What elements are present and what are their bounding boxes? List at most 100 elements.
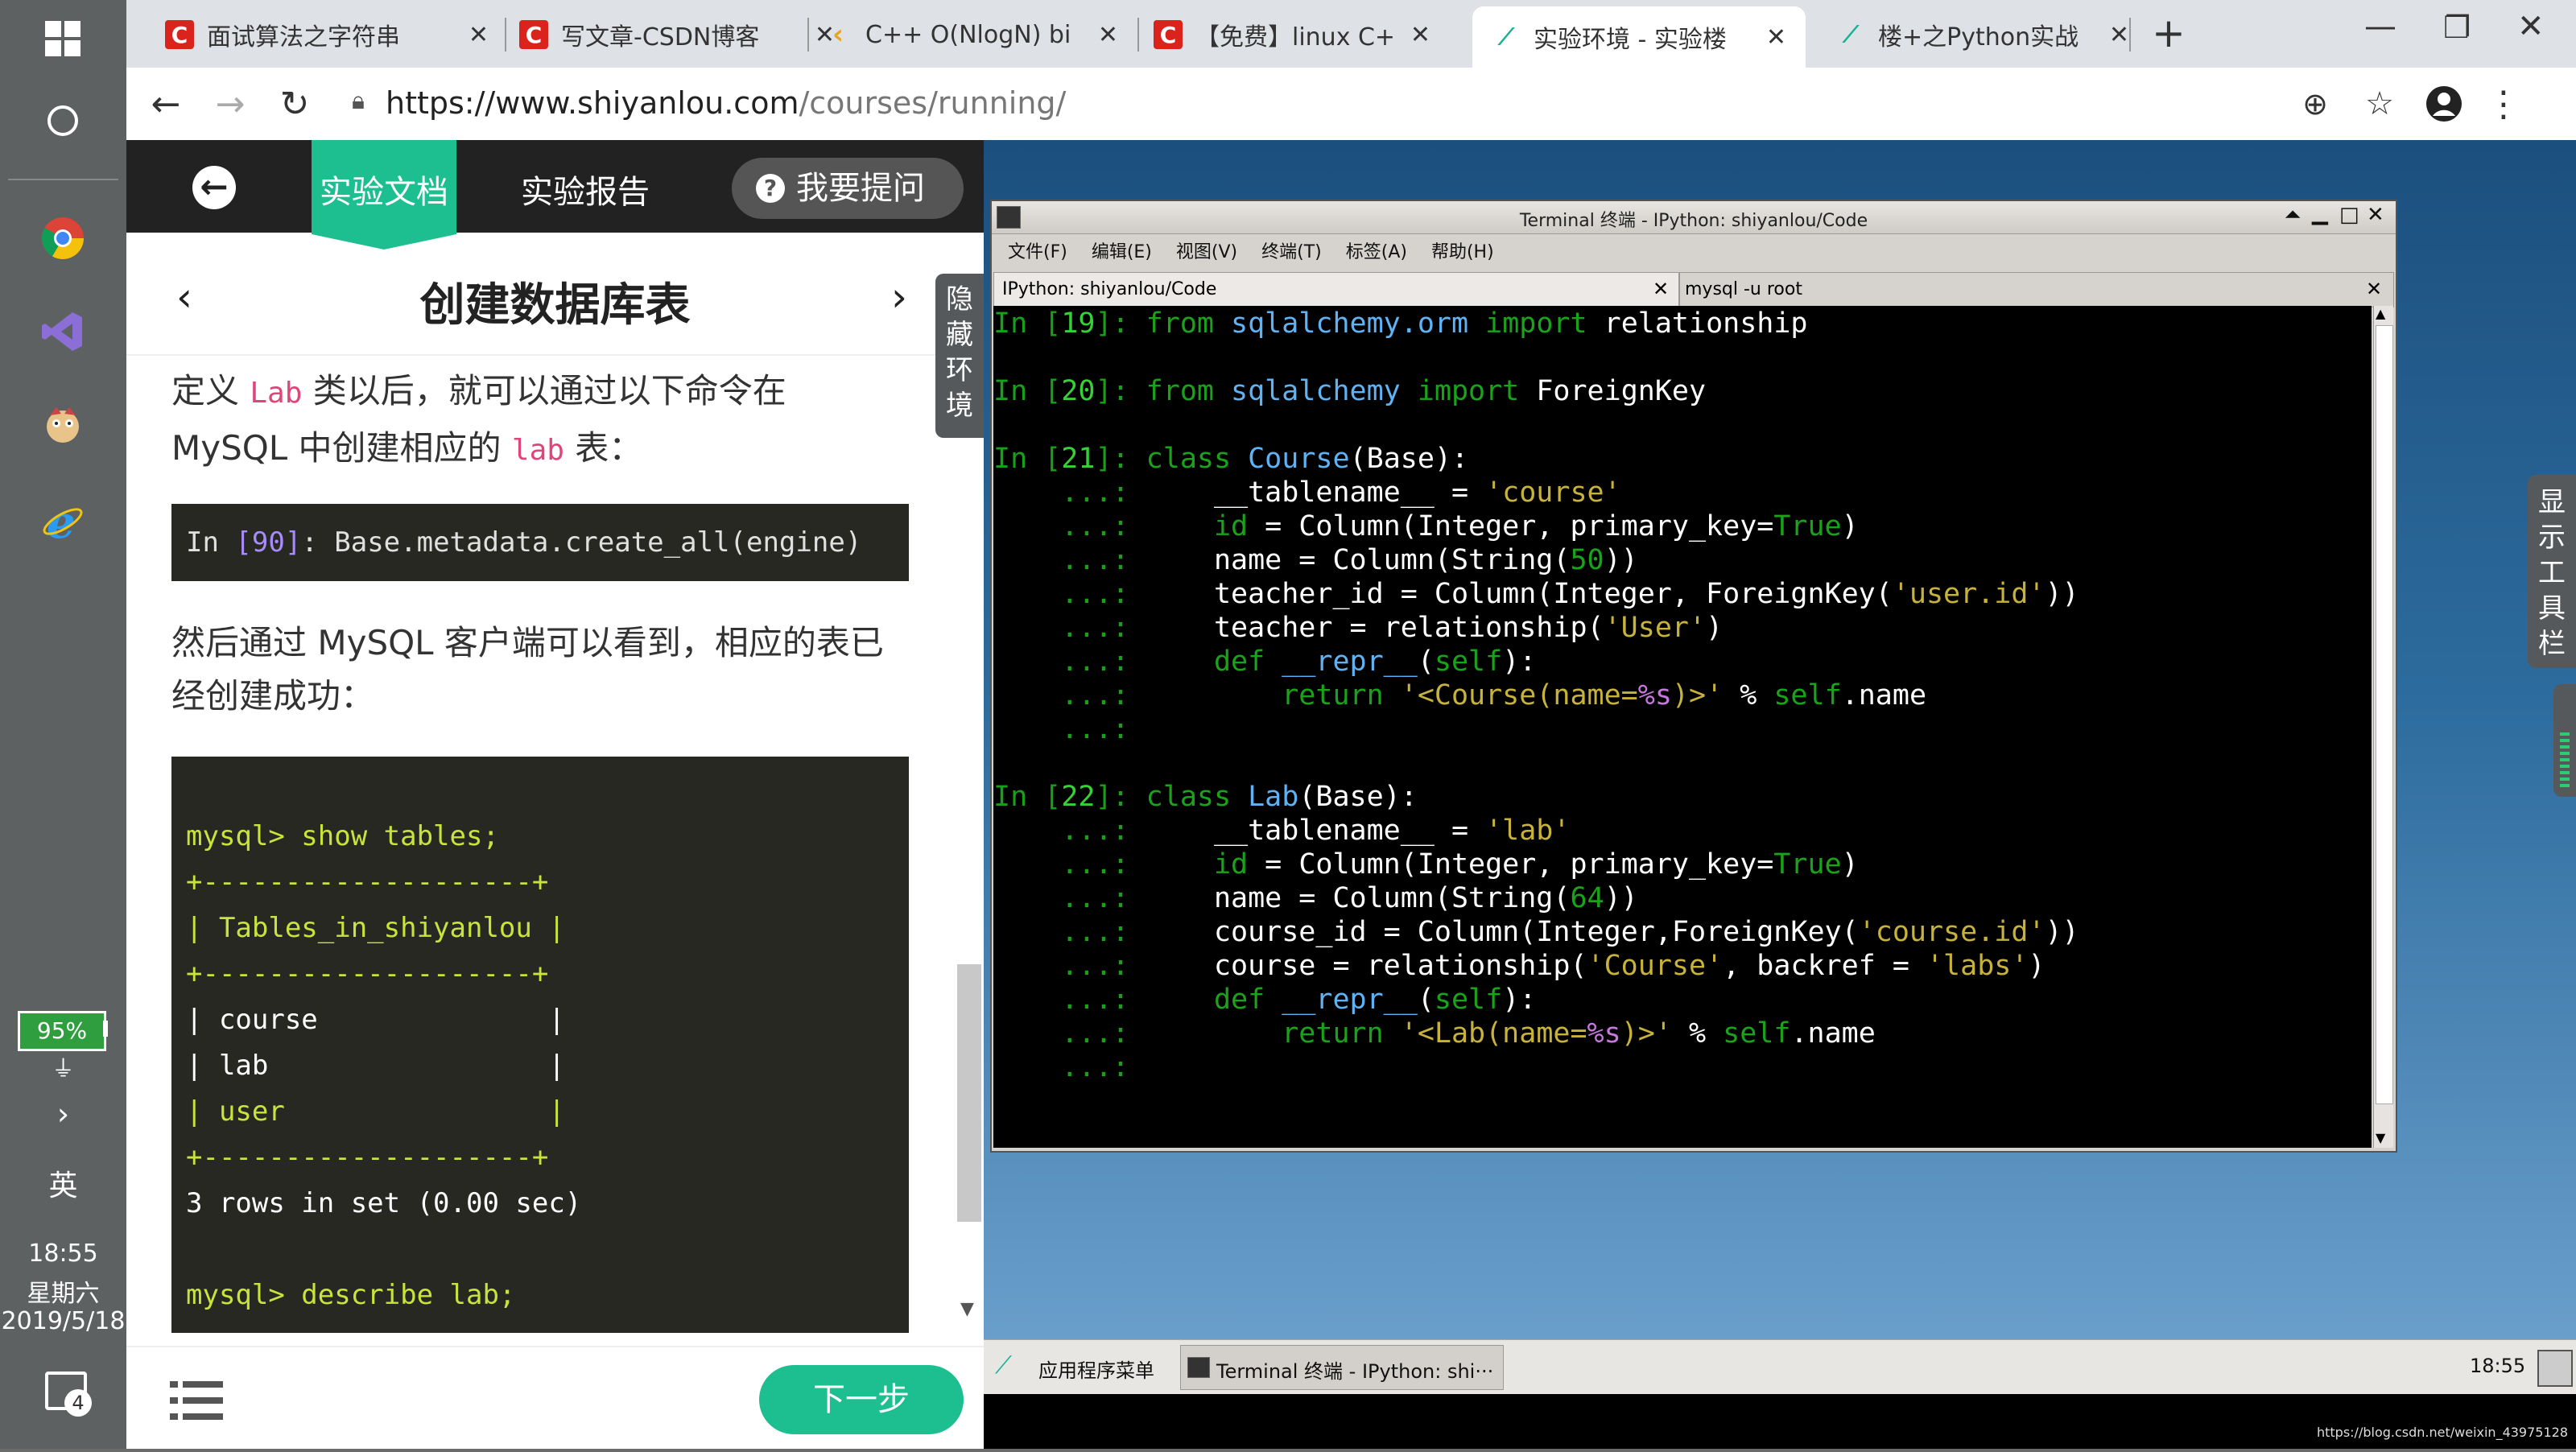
ime-indicator[interactable]: 英: [0, 1162, 126, 1204]
browser-tab[interactable]: ‹ C++ O(NlogN) bi ✕: [824, 10, 1154, 60]
menu-edit[interactable]: 编辑(E): [1092, 237, 1152, 263]
scrollbar-thumb[interactable]: [957, 964, 981, 1222]
tab-report[interactable]: 实验报告: [521, 166, 650, 212]
maximize-icon[interactable]: □: [2339, 203, 2359, 227]
text: 然后通过 MySQL 客户端可以看到，相应的表已: [171, 623, 884, 662]
xfce-panel: ⟋ 应用程序菜单 Terminal 终端 - IPython: shi··· 1…: [984, 1339, 2576, 1395]
terminal-line: ...: id = Column(Integer, primary_key=Tr…: [993, 510, 1859, 542]
terminal-output[interactable]: In [19]: from sqlalchemy.orm import rela…: [993, 306, 2372, 1148]
close-icon[interactable]: ✕: [1766, 23, 1786, 52]
url-base: https://www.shiyanlou.com: [386, 85, 799, 121]
forward-arrow-icon[interactable]: →: [207, 80, 254, 127]
close-icon[interactable]: ✕: [2367, 203, 2384, 227]
lock-icon: 🔒︎: [352, 87, 365, 115]
terminal-menubar: 文件(F) 编辑(E) 视图(V) 终端(T) 标签(A) 帮助(H): [992, 233, 2396, 267]
terminal-line: ...:: [993, 1051, 1146, 1083]
visual-studio-icon[interactable]: [35, 304, 90, 359]
bookmark-star-icon[interactable]: ☆: [2356, 80, 2403, 127]
battery-percent: 95%: [20, 1013, 104, 1049]
menu-tabs[interactable]: 标签(A): [1346, 237, 1407, 263]
terminal-line: ...: course = relationship('Course', bac…: [993, 950, 2046, 982]
panel-task-button[interactable]: Terminal 终端 - IPython: shi···: [1180, 1345, 1504, 1390]
clock-weekday: 星期六: [27, 1280, 100, 1308]
scroll-down-icon[interactable]: ▼: [2376, 1130, 2385, 1145]
new-tab-button[interactable]: +: [2152, 10, 2186, 56]
panel-clock[interactable]: 18:55: [2470, 1355, 2525, 1377]
reload-icon[interactable]: ↻: [271, 80, 318, 127]
hide-environment-tab[interactable]: 隐 藏 环 境: [935, 274, 984, 438]
restore-icon[interactable]: ❐: [2443, 10, 2471, 45]
next-step-button[interactable]: 下一步: [759, 1365, 964, 1434]
back-arrow-icon[interactable]: ←: [142, 80, 189, 127]
close-window-icon[interactable]: ✕: [2517, 8, 2545, 45]
address-bar[interactable]: 🔒︎ https://www.shiyanlou.com/courses/run…: [344, 76, 2437, 132]
close-icon[interactable]: ✕: [469, 21, 489, 49]
browser-tab[interactable]: C 【免费】linux C+ ✕: [1154, 10, 1476, 60]
shade-icon[interactable]: ⏶: [2285, 203, 2301, 228]
cortana-icon[interactable]: [35, 93, 90, 148]
chrome-icon[interactable]: [35, 211, 90, 266]
panel-task-title: Terminal 终端 - IPython: shi···: [1216, 1360, 1494, 1383]
profile-avatar-icon[interactable]: [2421, 80, 2467, 127]
list-menu-icon[interactable]: [170, 1378, 223, 1423]
terminal-line: ...: return '<Lab(name=%s)>' % self.name: [993, 1017, 1876, 1050]
zoom-icon[interactable]: ⊕: [2292, 80, 2339, 127]
chrome-menu-icon[interactable]: ⋮: [2480, 80, 2527, 127]
close-icon[interactable]: ✕: [1653, 278, 1669, 300]
text: 经创建成功：: [171, 676, 375, 716]
applications-menu[interactable]: 应用程序菜单: [1038, 1355, 1154, 1383]
tab-doc[interactable]: 实验文档: [312, 140, 456, 250]
show-toolbar-tab[interactable]: 显 示 工 具 栏: [2528, 475, 2576, 668]
scrollbar-track[interactable]: [2376, 325, 2393, 1104]
terminal-scrollbar[interactable]: ▲ ▼: [2373, 306, 2393, 1148]
browser-tab[interactable]: C 写文章-CSDN博客 ✕: [519, 10, 849, 60]
battery-icon[interactable]: 95%: [18, 1011, 106, 1051]
browser-tab-active[interactable]: ⟋ 实验环境 - 实验楼 ✕: [1472, 6, 1806, 68]
terminal-tab-active[interactable]: IPython: shiyanlou/Code ✕: [993, 272, 1679, 307]
terminal-window: Terminal 终端 - IPython: shiyanlou/Code ⏶ …: [990, 200, 2397, 1153]
expand-tray-icon[interactable]: ›: [0, 1096, 126, 1132]
mysql-line: mysql> describe lab;: [186, 1279, 516, 1311]
browser-tab[interactable]: ⟋ 楼+之Python实战 ✕: [1820, 10, 2150, 60]
tab-separator: [807, 18, 809, 52]
close-icon[interactable]: ✕: [2366, 278, 2382, 300]
code-cell-number: [90]: [235, 526, 302, 559]
clock-date: 2019/5/18: [1, 1307, 126, 1335]
side-handle[interactable]: [2553, 684, 2576, 797]
menu-terminal[interactable]: 终端(T): [1261, 237, 1322, 263]
show-toolbar-char: 显: [2538, 486, 2566, 518]
menu-help[interactable]: 帮助(H): [1431, 237, 1494, 263]
show-toolbar-char: 示: [2538, 522, 2566, 554]
windows-start-icon[interactable]: [35, 11, 90, 66]
clock-time[interactable]: 18:55: [0, 1240, 126, 1268]
tab-title: 楼+之Python实战: [1878, 23, 2079, 52]
tab-title: 写文章-CSDN博客: [561, 23, 760, 52]
code-prompt: In: [186, 526, 236, 559]
ask-question-button[interactable]: ? 我要提问: [732, 158, 964, 219]
terminal-line: ...: teacher_id = Column(Integer, Foreig…: [993, 578, 2079, 610]
app-icon[interactable]: [35, 398, 90, 452]
question-icon: ?: [756, 174, 785, 203]
scroll-down-icon[interactable]: ▼: [960, 1299, 974, 1319]
back-circle-icon[interactable]: ←: [192, 166, 236, 209]
internet-explorer-icon[interactable]: e: [35, 494, 90, 549]
terminal-line: In [20]: from sqlalchemy import ForeignK…: [993, 375, 1707, 407]
browser-tab[interactable]: C 面试算法之字符串 ✕: [165, 10, 503, 60]
terminal-app-icon: [1187, 1357, 1210, 1378]
text: 表：: [564, 428, 643, 468]
scroll-up-icon[interactable]: ▲: [2376, 306, 2385, 321]
close-icon[interactable]: ✕: [1098, 21, 1118, 49]
show-toolbar-char: 栏: [2538, 628, 2566, 660]
remote-desktop[interactable]: Terminal 终端 - IPython: shiyanlou/Code ⏶ …: [984, 140, 2576, 1395]
close-icon[interactable]: ✕: [1410, 21, 1430, 49]
terminal-tab[interactable]: mysql -u root ✕: [1679, 272, 2394, 307]
hide-env-char: 环: [946, 354, 973, 386]
tray-icon[interactable]: [2537, 1350, 2573, 1387]
minimize-icon[interactable]: —: [2364, 8, 2396, 45]
next-section-icon[interactable]: ›: [891, 274, 907, 320]
minimize-icon[interactable]: ▁: [2312, 201, 2328, 225]
menu-view[interactable]: 视图(V): [1176, 237, 1237, 263]
menu-file[interactable]: 文件(F): [1008, 237, 1067, 263]
close-icon[interactable]: ✕: [2109, 21, 2129, 49]
url-path: /courses/running/: [799, 85, 1067, 121]
